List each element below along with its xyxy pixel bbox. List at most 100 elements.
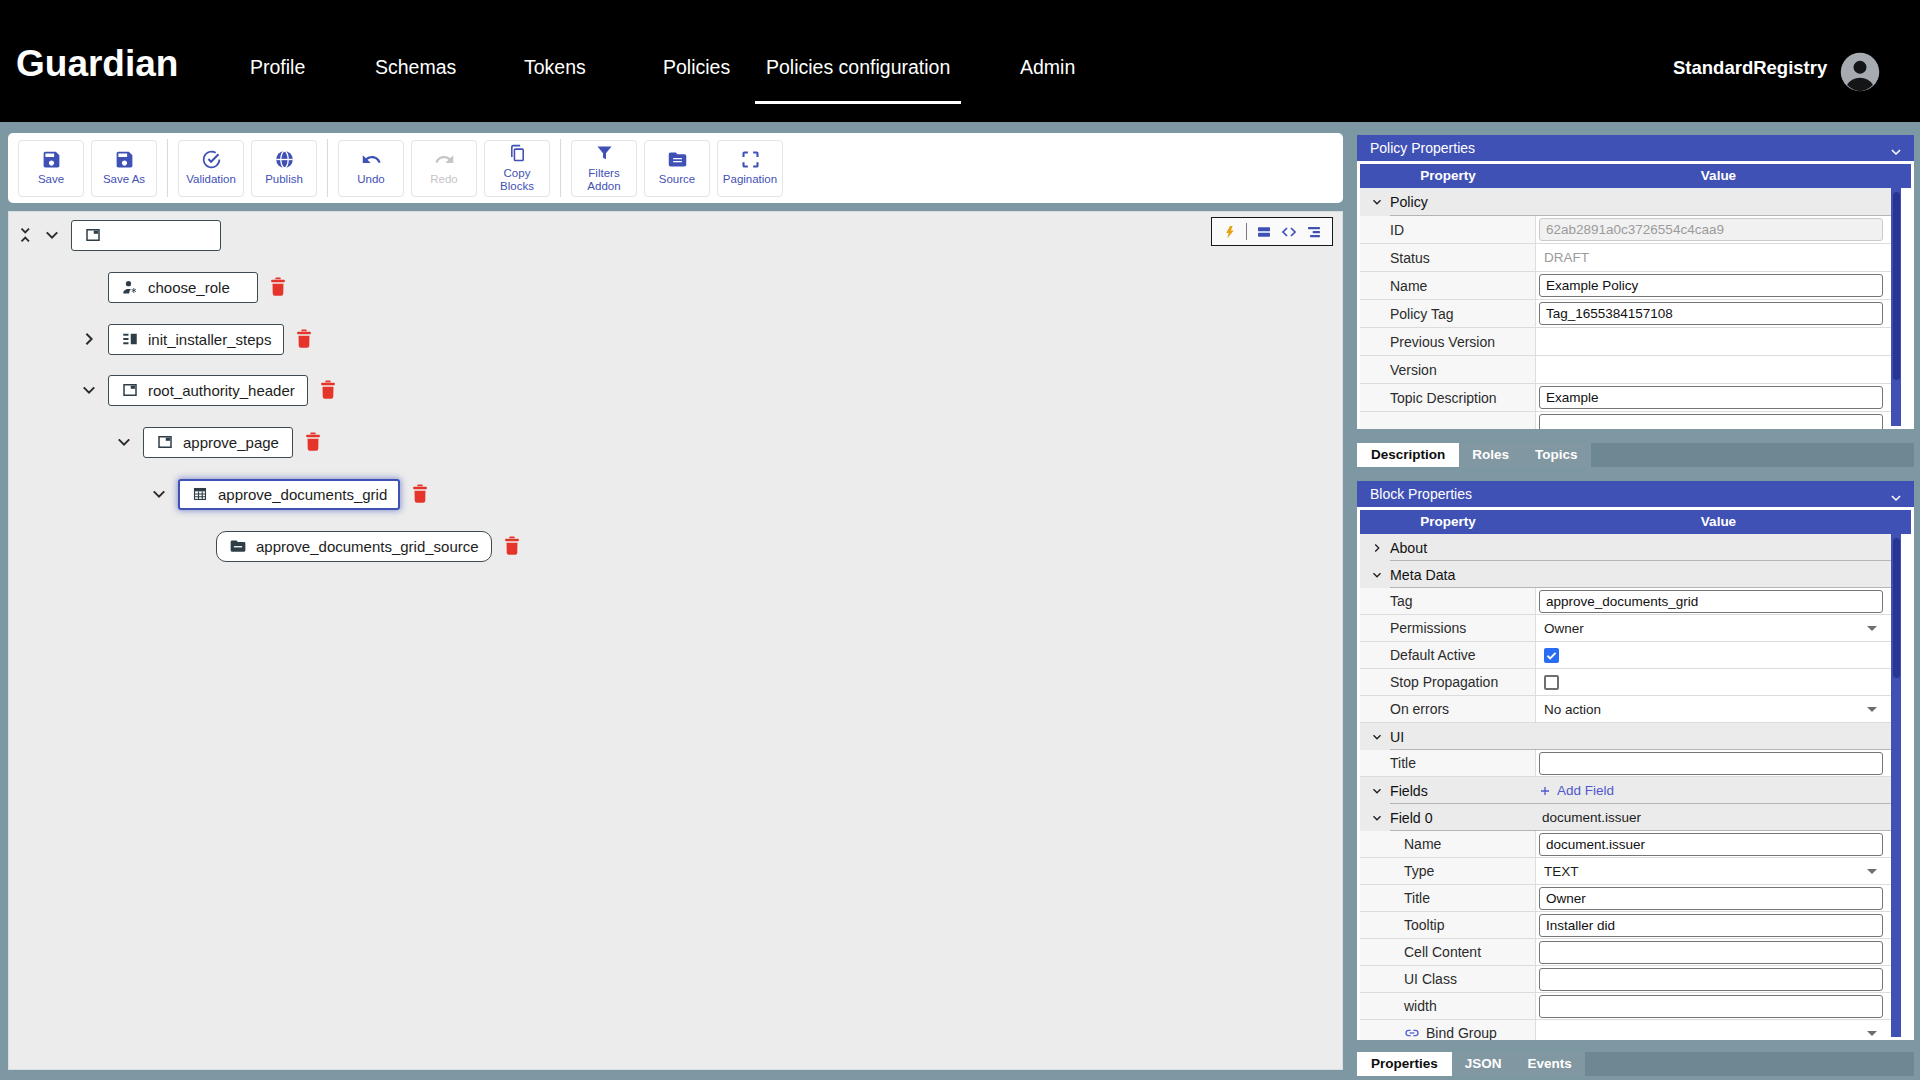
title-input[interactable]	[1539, 752, 1883, 775]
tab-description[interactable]: Description	[1357, 443, 1459, 467]
add-field-label: Add Field	[1557, 783, 1614, 798]
copy-blocks-icon	[507, 143, 528, 164]
delete-block-icon[interactable]	[294, 328, 314, 350]
block-node-label: root_authority_header	[148, 382, 295, 399]
events-icon[interactable]	[1223, 224, 1237, 240]
block-properties-header[interactable]: Block Properties	[1357, 481, 1914, 507]
block-node-approve-documents-grid-source[interactable]: approve_documents_grid_source	[216, 531, 492, 562]
nav-item-policies-configuration[interactable]: Policies configuration	[755, 56, 961, 79]
save-button[interactable]: Save	[18, 140, 84, 197]
chevron-down-icon[interactable]	[1889, 487, 1903, 501]
nav-item-tokens[interactable]: Tokens	[513, 56, 597, 79]
delete-block-icon[interactable]	[318, 379, 338, 401]
chevron-down-icon[interactable]	[1371, 196, 1383, 208]
delete-block-icon[interactable]	[268, 276, 288, 298]
chevron-down-icon[interactable]	[1371, 731, 1383, 743]
undo-button[interactable]: Undo	[338, 140, 404, 197]
chevron-down-icon[interactable]	[1371, 812, 1383, 824]
publish-icon	[274, 149, 295, 170]
add-field-button[interactable]: Add Field	[1539, 783, 1614, 798]
topic-description-input[interactable]: Example	[1539, 386, 1883, 409]
delete-block-icon[interactable]	[410, 483, 430, 505]
ui-class-input[interactable]	[1539, 968, 1883, 991]
block-node-blank[interactable]	[71, 220, 221, 251]
user-avatar-icon[interactable]	[1839, 51, 1881, 93]
tag-input[interactable]: approve_documents_grid	[1539, 590, 1883, 613]
code-view-icon[interactable]	[1281, 224, 1297, 240]
tab-properties[interactable]: Properties	[1357, 1052, 1452, 1076]
nav-item-profile[interactable]: Profile	[239, 56, 316, 79]
property-row-on-errors: On errorsNo action	[1360, 696, 1891, 723]
button-label: Filters Addon	[574, 167, 634, 193]
text-input[interactable]	[1539, 414, 1883, 429]
block-node-label: approve_documents_grid	[218, 486, 387, 503]
chevron-down-icon[interactable]	[1889, 141, 1903, 155]
chevron-down-icon[interactable]	[150, 485, 168, 503]
policy-tag-input[interactable]: Tag_1655384157108	[1539, 302, 1883, 325]
policy-properties-header[interactable]: Policy Properties	[1357, 135, 1914, 161]
property-row-ui: UI	[1360, 723, 1891, 750]
nav-item-policies[interactable]: Policies	[652, 56, 741, 79]
policy-properties-title: Policy Properties	[1370, 140, 1475, 156]
type-select[interactable]: TEXT	[1536, 864, 1579, 879]
default-active-checkbox[interactable]	[1544, 648, 1559, 663]
property-row-meta-data: Meta Data	[1360, 561, 1891, 588]
policy-table-scrollbar[interactable]	[1891, 188, 1901, 426]
blocks-view-icon[interactable]	[1256, 224, 1272, 240]
dropdown-arrow-icon[interactable]	[1867, 707, 1877, 712]
block-node-choose-role[interactable]: choose_role	[108, 272, 258, 303]
on-errors-select[interactable]: No action	[1536, 702, 1601, 717]
validation-button[interactable]: Validation	[178, 140, 244, 197]
cell-content-input[interactable]	[1539, 941, 1883, 964]
chevron-down-icon[interactable]	[1371, 785, 1383, 797]
collapse-all-icon[interactable]	[17, 226, 35, 244]
tree-view-icon[interactable]	[1306, 224, 1322, 240]
chevron-down-icon[interactable]	[1371, 569, 1383, 581]
nav-item-schemas[interactable]: Schemas	[364, 56, 467, 79]
dropdown-arrow-icon[interactable]	[1867, 869, 1877, 874]
property-row-topic-description: Topic DescriptionExample	[1360, 384, 1891, 412]
width-input[interactable]	[1539, 995, 1883, 1018]
filters-addon-button[interactable]: Filters Addon	[571, 140, 637, 197]
tab-roles[interactable]: Roles	[1459, 443, 1522, 467]
permissions-select[interactable]: Owner	[1536, 621, 1584, 636]
filter-icon	[594, 143, 615, 164]
chevron-right-icon[interactable]	[80, 330, 98, 348]
tab-events[interactable]: Events	[1515, 1052, 1585, 1076]
publish-button[interactable]: Publish	[251, 140, 317, 197]
property-label: Title	[1404, 890, 1430, 906]
name-input[interactable]: document.issuer	[1539, 833, 1883, 856]
block-node-approve-page[interactable]: approve_page	[143, 427, 293, 458]
nav-item-admin[interactable]: Admin	[1009, 56, 1086, 79]
copy-blocks-button[interactable]: Copy Blocks	[484, 140, 550, 197]
group-value: document.issuer	[1539, 810, 1641, 825]
title-input[interactable]: Owner	[1539, 887, 1883, 910]
chevron-down-icon[interactable]	[115, 433, 133, 451]
chevron-right-icon[interactable]	[1371, 542, 1383, 554]
block-node-root-authority-header[interactable]: root_authority_header	[108, 375, 308, 406]
tab-json[interactable]: JSON	[1452, 1052, 1515, 1076]
name-input[interactable]: Example Policy	[1539, 274, 1883, 297]
property-row-title: Title	[1360, 750, 1891, 777]
property-label: Type	[1404, 863, 1434, 879]
redo-button[interactable]: Redo	[411, 140, 477, 197]
delete-block-icon[interactable]	[502, 535, 522, 557]
source-button[interactable]: Source	[644, 140, 710, 197]
pagination-button[interactable]: Pagination	[717, 140, 783, 197]
link-icon	[1404, 1025, 1420, 1040]
block-node-approve-documents-grid[interactable]: approve_documents_grid	[178, 479, 400, 510]
tab-topics[interactable]: Topics	[1522, 443, 1591, 467]
chevron-down-icon[interactable]	[43, 226, 61, 244]
property-row-ui-class: UI Class	[1360, 966, 1891, 993]
tooltip-input[interactable]: Installer did	[1539, 914, 1883, 937]
chevron-down-icon[interactable]	[80, 381, 98, 399]
delete-block-icon[interactable]	[303, 431, 323, 453]
stop-propagation-checkbox[interactable]	[1544, 675, 1559, 690]
property-label: Name	[1404, 836, 1441, 852]
block-table-scrollbar[interactable]	[1891, 534, 1901, 1037]
block-node-init-installer-steps[interactable]: init_installer_steps	[108, 324, 284, 355]
property-row-policy: Policy	[1360, 188, 1891, 216]
dropdown-arrow-icon[interactable]	[1867, 1031, 1877, 1036]
save-as-button[interactable]: Save As	[91, 140, 157, 197]
dropdown-arrow-icon[interactable]	[1867, 626, 1877, 631]
